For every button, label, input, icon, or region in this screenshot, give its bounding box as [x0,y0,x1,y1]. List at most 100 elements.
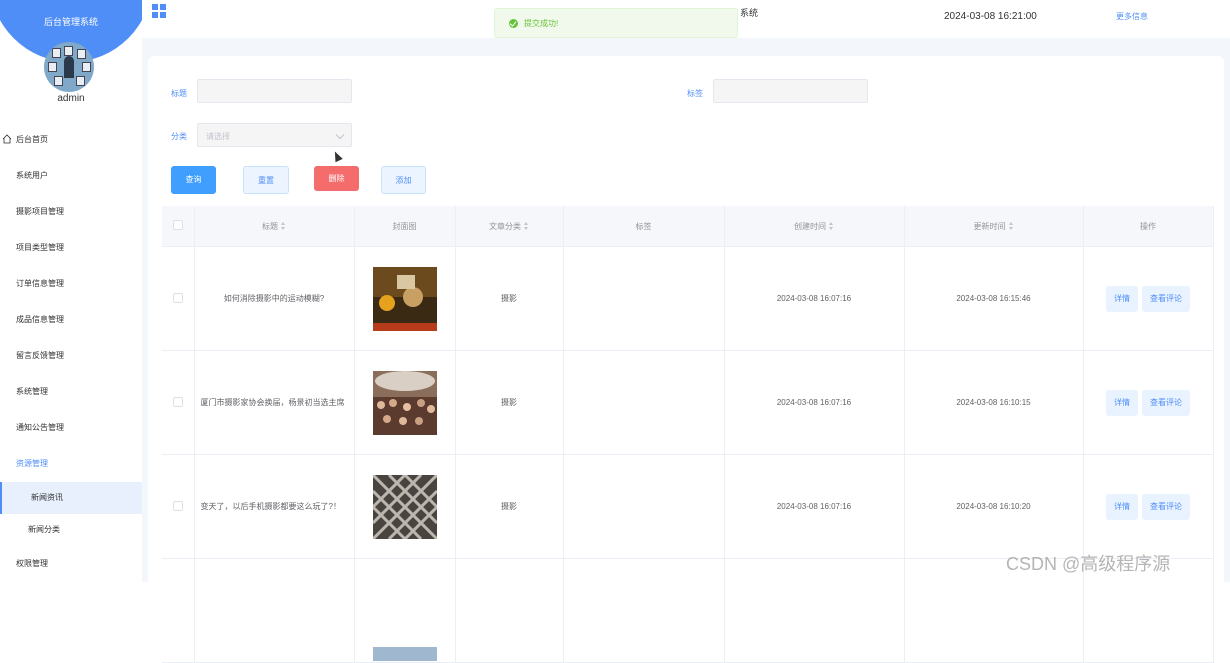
tag-filter-label: 标签 [687,89,703,98]
sort-icon[interactable] [281,222,286,231]
select-all-cell[interactable] [162,206,195,247]
username: admin [57,93,85,104]
column-label: 封面图 [392,221,417,231]
detail-button[interactable]: 详情 [1106,389,1138,416]
reset-button[interactable]: 重置 [243,166,289,194]
row-select-cell [162,558,195,663]
row-updated: 2024-03-08 16:15:46 [904,246,1084,351]
row-actions: 详情 查看评论 [1083,246,1214,351]
column-label: 标题 [262,221,278,231]
row-checkbox[interactable] [172,292,183,303]
watermark: CSDN @高级程序源 [1006,554,1171,574]
sidebar-item-news-categories[interactable]: 新闻分类 [0,514,142,546]
row-tag [563,454,725,559]
column-header-created[interactable]: 创建时间 [724,206,905,247]
toast-message: 提交成功! [524,19,559,28]
row-cover-cell [354,558,456,663]
row-title: 变天了，以后手机摄影都要这么玩了?！ [194,454,355,559]
sidebar-item-notices[interactable]: 通知公告管理 [0,410,142,446]
row-title: 如何消除摄影中的运动模糊? [194,246,355,351]
row-category: 摄影 [455,246,564,351]
column-header-tag: 标签 [563,206,725,247]
more-info-link[interactable]: 更多信息 [1116,11,1148,22]
row-title: 厦门市摄影家协会换届，杨景初当选主席 [194,350,355,455]
row-category [455,558,564,663]
column-label: 标签 [635,221,652,231]
row-category: 摄影 [455,454,564,559]
row-select-cell[interactable] [162,454,195,559]
sort-icon[interactable] [829,222,834,231]
row-tag [563,558,725,663]
category-select[interactable]: 请选择 [197,123,352,147]
sort-icon[interactable] [1008,222,1014,231]
column-header-title[interactable]: 标题 [194,206,355,247]
category-placeholder: 请选择 [206,132,230,141]
sidebar-item-orders[interactable]: 订单信息管理 [0,266,142,302]
sidebar-item-news[interactable]: 新闻资讯 [0,482,142,514]
row-actions: 详情 查看评论 [1083,454,1214,559]
tag-filter-input[interactable] [713,79,868,103]
select-all-checkbox[interactable] [172,220,183,230]
cover-image [372,370,437,435]
row-actions: 详情 查看评论 [1083,350,1214,455]
row-updated: 2024-03-08 16:10:20 [904,454,1084,559]
sidebar-menu: 后台首页 系统用户 摄影项目管理 项目类型管理 订单信息管理 成品信息管理 留言… [0,122,142,582]
column-header-actions: 操作 [1083,206,1214,247]
sidebar-item-home[interactable]: 后台首页 [0,122,142,158]
row-select-cell[interactable] [162,246,195,351]
success-toast: 提交成功! [494,8,738,38]
detail-button[interactable]: 详情 [1106,285,1138,312]
detail-button[interactable]: 详情 [1106,493,1138,520]
view-comments-button[interactable]: 查看评论 [1142,285,1190,312]
table-row: 如何消除摄影中的运动模糊? 摄影 2024-03-08 16:07:16 202… [162,246,1214,351]
sidebar-item-system[interactable]: 系统管理 [0,374,142,410]
sidebar-item-products[interactable]: 成品信息管理 [0,302,142,338]
row-select-cell[interactable] [162,350,195,455]
row-updated: 2024-03-08 16:10:15 [904,350,1084,455]
table-row: 厦门市摄影家协会换届，杨景初当选主席 摄影 2024-03-08 16:07:1… [162,350,1214,455]
row-category: 摄影 [455,350,564,455]
sidebar-item-project-types[interactable]: 项目类型管理 [0,230,142,266]
sidebar-item-permissions[interactable]: 权限管理 [0,546,142,582]
column-header-updated[interactable]: 更新时间 [904,206,1084,247]
row-tag [563,350,725,455]
table-row: 变天了，以后手机摄影都要这么玩了?！ 摄影 2024-03-08 16:07:1… [162,454,1214,559]
view-comments-button[interactable]: 查看评论 [1142,493,1190,520]
sidebar-item-system-users[interactable]: 系统用户 [0,158,142,194]
sidebar-item-resources[interactable]: 资源管理 [0,446,142,482]
sidebar-item-photo-projects[interactable]: 摄影项目管理 [0,194,142,230]
query-button[interactable]: 查询 [171,166,216,194]
title-filter-label: 标题 [171,89,187,98]
row-cover-cell [354,350,456,455]
sidebar-item-feedback[interactable]: 留言反馈管理 [0,338,142,374]
delete-button[interactable]: 删除 [314,166,359,191]
sort-icon[interactable] [524,222,529,231]
success-icon [509,19,518,28]
cover-image [372,266,437,331]
column-label: 操作 [1140,221,1156,231]
column-label: 创建时间 [794,221,826,231]
home-icon [2,134,12,144]
sidebar: 后台管理系统 admin 后台首页 系统用户 摄影项目管理 项目类型管理 订单信… [0,0,143,582]
chevron-down-icon [335,130,345,140]
row-cover-cell [354,454,456,559]
news-table: 标题 封面图 文章分类 标签 创建时间 更新时间 操作 如何消除摄影中的运动模糊… [162,206,1214,663]
row-created: 2024-03-08 16:07:16 [724,454,905,559]
row-created: 2024-03-08 16:07:16 [724,350,905,455]
row-title [194,558,355,663]
row-tag [563,246,725,351]
row-checkbox[interactable] [172,500,183,511]
column-header-category[interactable]: 文章分类 [455,206,564,247]
cover-image [372,474,437,539]
avatar[interactable] [44,42,94,92]
column-label: 更新时间 [973,221,1006,231]
sidebar-item-label: 后台首页 [16,135,48,144]
row-checkbox[interactable] [172,396,183,407]
add-button[interactable]: 添加 [381,166,426,194]
view-comments-button[interactable]: 查看评论 [1142,389,1190,416]
column-header-cover: 封面图 [354,206,456,247]
menu-toggle-icon[interactable] [152,4,166,18]
row-created: 2024-03-08 16:07:16 [724,246,905,351]
title-filter-input[interactable] [197,79,352,103]
row-created [724,558,905,663]
